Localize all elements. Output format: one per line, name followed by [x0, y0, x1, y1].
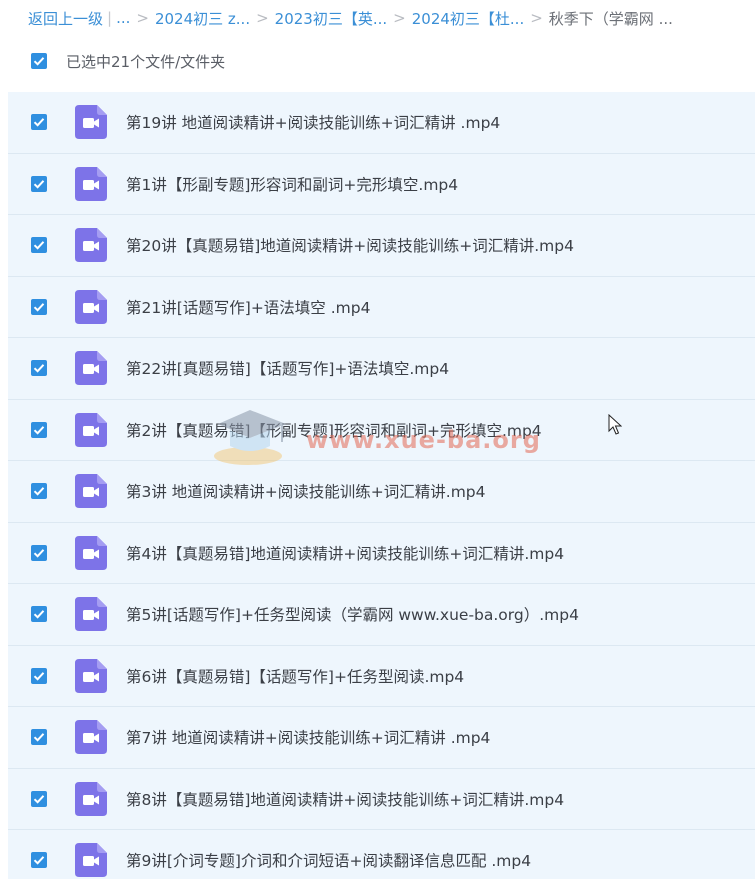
chevron-right-icon: >	[256, 9, 269, 27]
file-checkbox[interactable]	[31, 852, 47, 869]
video-file-icon	[75, 351, 107, 386]
breadcrumb-item[interactable]: 2023初三【英...	[275, 8, 387, 29]
video-file-icon	[75, 166, 107, 201]
video-file-icon	[75, 412, 107, 447]
file-name: 第21讲[话题写作]+语法填空 .mp4	[126, 298, 371, 317]
checkmark-icon	[33, 487, 45, 496]
file-name: 第22讲[真题易错]【话题写作]+语法填空.mp4	[126, 360, 450, 379]
file-name: 第3讲 地道阅读精讲+阅读技能训练+词汇精讲.mp4	[126, 483, 486, 502]
file-row[interactable]: 第2讲【真题易错]【形副专题]形容词和副词+完形填空.mp4	[8, 400, 755, 461]
chevron-right-icon: >	[136, 9, 149, 27]
file-name: 第2讲【真题易错]【形副专题]形容词和副词+完形填空.mp4	[126, 421, 542, 440]
file-name: 第8讲【真题易错]地道阅读精讲+阅读技能训练+词汇精讲.mp4	[126, 790, 565, 809]
breadcrumb-divider: |	[107, 9, 113, 27]
breadcrumb-item[interactable]: 2024初三【杜...	[412, 8, 524, 29]
chevron-right-icon: >	[393, 9, 406, 27]
file-checkbox[interactable]	[31, 298, 47, 315]
file-checkbox[interactable]	[31, 421, 47, 438]
video-file-icon	[75, 658, 107, 693]
checkmark-icon	[33, 794, 45, 804]
file-checkbox[interactable]	[31, 606, 47, 623]
chevron-right-icon: >	[530, 9, 543, 27]
checkmark-icon	[33, 610, 45, 619]
file-checkbox[interactable]	[31, 237, 47, 254]
checkmark-icon	[33, 733, 45, 742]
video-file-icon	[75, 720, 107, 755]
file-name: 第6讲【真题易错]【话题写作]+任务型阅读.mp4	[126, 667, 465, 686]
file-checkbox[interactable]	[31, 483, 47, 500]
breadcrumb-current: 秋季下（学霸网 ...	[548, 9, 673, 28]
breadcrumb-item[interactable]: 2024初三 z...	[155, 8, 250, 29]
file-name: 第9讲[介词专题]介词和介词短语+阅读翻译信息匹配 .mp4	[126, 852, 532, 871]
file-name: 第5讲[话题写作]+任务型阅读（学霸网 www.xue-ba.org）.mp4	[126, 606, 579, 625]
file-checkbox[interactable]	[31, 790, 47, 807]
file-row[interactable]: 第3讲 地道阅读精讲+阅读技能训练+词汇精讲.mp4	[8, 461, 755, 523]
video-file-icon	[75, 228, 107, 263]
file-row[interactable]: 第8讲【真题易错]地道阅读精讲+阅读技能训练+词汇精讲.mp4	[8, 769, 755, 830]
file-row[interactable]: 第1讲【形副专题]形容词和副词+完形填空.mp4	[8, 154, 755, 215]
file-row[interactable]: 第5讲[话题写作]+任务型阅读（学霸网 www.xue-ba.org）.mp4	[8, 584, 755, 646]
file-checkbox[interactable]	[31, 175, 47, 192]
checkmark-icon	[33, 118, 45, 127]
checkmark-icon	[33, 57, 45, 66]
file-row[interactable]: 第9讲[介词专题]介词和介词短语+阅读翻译信息匹配 .mp4	[8, 830, 755, 879]
file-row[interactable]: 第4讲【真题易错]地道阅读精讲+阅读技能训练+词汇精讲.mp4	[8, 523, 755, 584]
checkmark-icon	[33, 856, 45, 865]
file-row[interactable]: 第6讲【真题易错]【话题写作]+任务型阅读.mp4	[8, 646, 755, 707]
checkmark-icon	[33, 364, 45, 373]
file-checkbox[interactable]	[31, 667, 47, 684]
file-manager-page: 返回上一级 | ... > 2024初三 z... > 2023初三【英... …	[0, 0, 755, 879]
video-file-icon	[75, 105, 107, 140]
select-all-checkbox[interactable]	[31, 53, 47, 69]
checkmark-icon	[33, 548, 45, 558]
checkmark-icon	[33, 425, 45, 435]
breadcrumb-ellipsis[interactable]: ...	[116, 9, 130, 27]
file-row[interactable]: 第21讲[话题写作]+语法填空 .mp4	[8, 277, 755, 338]
checkmark-icon	[33, 179, 45, 189]
file-checkbox[interactable]	[31, 114, 47, 131]
checkmark-icon	[33, 241, 45, 250]
video-file-icon	[75, 843, 107, 878]
file-name: 第20讲【真题易错]地道阅读精讲+阅读技能训练+词汇精讲.mp4	[126, 237, 574, 256]
file-name: 第4讲【真题易错]地道阅读精讲+阅读技能训练+词汇精讲.mp4	[126, 544, 565, 563]
mouse-cursor-icon	[608, 414, 622, 435]
file-row[interactable]: 第19讲 地道阅读精讲+阅读技能训练+词汇精讲 .mp4	[8, 92, 755, 154]
video-file-icon	[75, 535, 107, 570]
file-name: 第19讲 地道阅读精讲+阅读技能训练+词汇精讲 .mp4	[126, 114, 501, 133]
file-row[interactable]: 第22讲[真题易错]【话题写作]+语法填空.mp4	[8, 338, 755, 400]
file-name: 第1讲【形副专题]形容词和副词+完形填空.mp4	[126, 175, 459, 194]
file-checkbox[interactable]	[31, 729, 47, 746]
file-checkbox[interactable]	[31, 360, 47, 377]
video-file-icon	[75, 597, 107, 632]
file-row[interactable]: 第20讲【真题易错]地道阅读精讲+阅读技能训练+词汇精讲.mp4	[8, 215, 755, 277]
checkmark-icon	[33, 302, 45, 312]
checkmark-icon	[33, 671, 45, 681]
back-link[interactable]: 返回上一级	[28, 8, 103, 29]
video-file-icon	[75, 474, 107, 509]
selection-bar: 已选中21个文件/文件夹	[0, 36, 755, 86]
file-row[interactable]: 第7讲 地道阅读精讲+阅读技能训练+词汇精讲 .mp4	[8, 707, 755, 769]
file-checkbox[interactable]	[31, 544, 47, 561]
video-file-icon	[75, 289, 107, 324]
selection-count: 已选中21个文件/文件夹	[66, 52, 226, 71]
video-file-icon	[75, 781, 107, 816]
file-list: 第19讲 地道阅读精讲+阅读技能训练+词汇精讲 .mp4 第1讲【形副专题]形容…	[8, 92, 755, 879]
breadcrumb: 返回上一级 | ... > 2024初三 z... > 2023初三【英... …	[28, 6, 673, 30]
file-name: 第7讲 地道阅读精讲+阅读技能训练+词汇精讲 .mp4	[126, 729, 491, 748]
